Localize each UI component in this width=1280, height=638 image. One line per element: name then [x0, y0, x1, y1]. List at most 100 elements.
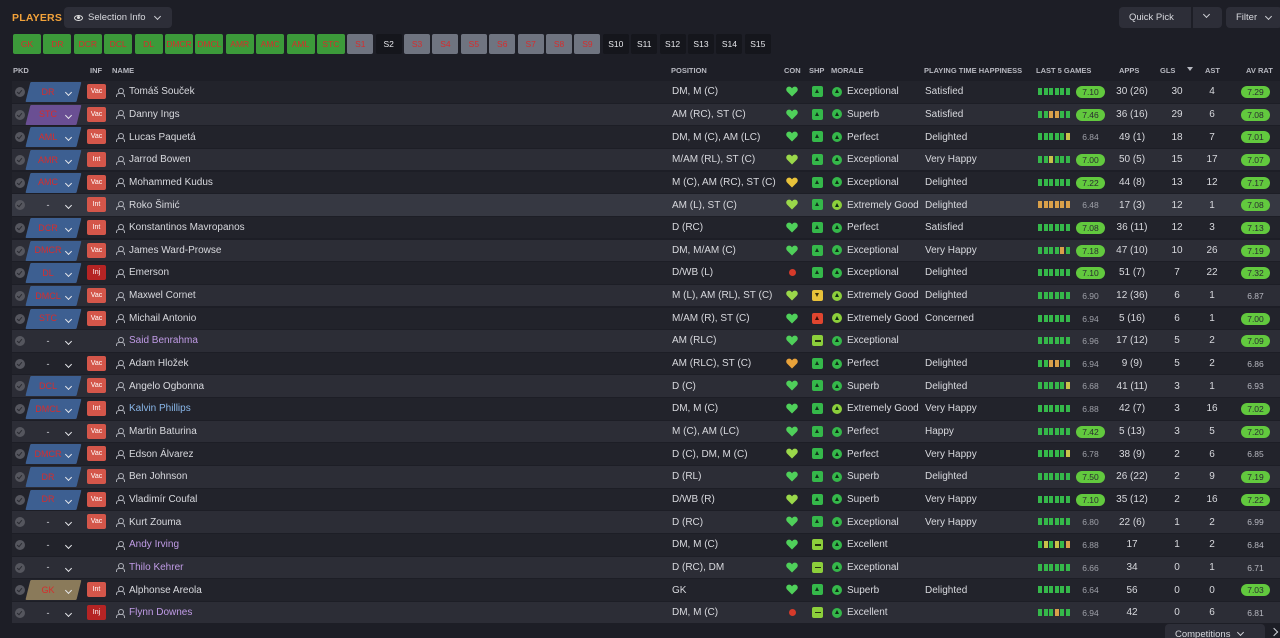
position-slot-s11[interactable]: S11: [631, 34, 658, 54]
player-name[interactable]: Flynn Downes: [129, 607, 192, 618]
pick-dropdown-icon[interactable]: [64, 110, 73, 121]
table-row[interactable]: DR Vac Tomáš Souček DM, M (C) Exceptional Sat…: [12, 81, 1280, 103]
player-name[interactable]: Roko Šimić: [129, 200, 180, 211]
column-header-pkd[interactable]: PKD: [13, 66, 29, 75]
position-slot-aml[interactable]: AML: [286, 34, 315, 54]
position-slot-s13[interactable]: S13: [687, 34, 714, 54]
pick-check-icon[interactable]: [15, 607, 25, 618]
quick-pick-dropdown-icon[interactable]: [1202, 10, 1211, 19]
position-slot-dcl[interactable]: DCL: [104, 34, 133, 54]
position-slot-s14[interactable]: S14: [716, 34, 743, 54]
player-name-cell[interactable]: Thilo Kehrer: [116, 557, 183, 579]
player-name-cell[interactable]: Martin Baturina: [116, 421, 197, 443]
player-name-cell[interactable]: Roko Šimić: [116, 194, 180, 216]
player-name[interactable]: Edson Álvarez: [129, 449, 193, 460]
position-slot-s8[interactable]: S8: [546, 34, 573, 54]
pick-dropdown-icon[interactable]: [64, 427, 73, 438]
pick-dropdown-icon[interactable]: [64, 517, 73, 528]
pick-check-icon[interactable]: [15, 200, 25, 211]
player-name[interactable]: Michail Antonio: [129, 313, 196, 324]
pick-check-icon[interactable]: [15, 222, 25, 233]
pick-dropdown-icon[interactable]: [64, 563, 73, 574]
player-name[interactable]: Thilo Kehrer: [129, 562, 183, 573]
player-name-cell[interactable]: Edson Álvarez: [116, 443, 193, 465]
pick-dropdown-icon[interactable]: [64, 404, 73, 415]
column-header-name[interactable]: NAME: [112, 66, 134, 75]
player-name[interactable]: Andy Irving: [129, 539, 179, 550]
pick-dropdown-icon[interactable]: [64, 155, 73, 166]
player-name-cell[interactable]: Konstantinos Mavropanos: [116, 217, 245, 239]
pick-check-icon[interactable]: [15, 562, 25, 573]
player-name[interactable]: Kurt Zouma: [129, 517, 181, 528]
pick-dropdown-icon[interactable]: [64, 200, 73, 211]
player-name[interactable]: Emerson: [129, 267, 169, 278]
table-row[interactable]: AMR Int Jarrod Bowen M/AM (RL), ST (C) Excep…: [12, 148, 1280, 171]
position-slot-stc[interactable]: STC: [316, 34, 345, 54]
player-name-cell[interactable]: Kurt Zouma: [116, 511, 181, 533]
table-row[interactable]: AMC Vac Mohammed Kudus M (C), AM (RC), ST (…: [12, 171, 1280, 194]
pick-dropdown-icon[interactable]: [64, 540, 73, 551]
pick-dropdown-icon[interactable]: [64, 495, 73, 506]
pick-dropdown-icon[interactable]: [64, 291, 73, 302]
player-name-cell[interactable]: Mohammed Kudus: [116, 172, 213, 194]
player-name[interactable]: Alphonse Areola: [129, 585, 202, 596]
position-slot-dcr[interactable]: DCR: [73, 34, 102, 54]
quick-pick-button[interactable]: Quick Pick: [1119, 7, 1222, 28]
pick-check-icon[interactable]: [15, 177, 25, 188]
pick-check-icon[interactable]: [15, 87, 25, 97]
column-header-con[interactable]: CON: [784, 66, 801, 75]
player-name-cell[interactable]: James Ward-Prowse: [116, 240, 221, 262]
player-name-cell[interactable]: Ben Johnson: [116, 466, 187, 488]
pick-dropdown-icon[interactable]: [64, 132, 73, 143]
pick-dropdown-icon[interactable]: [64, 449, 73, 460]
pick-check-icon[interactable]: [15, 540, 25, 550]
competitions-button[interactable]: Competitions: [1165, 624, 1265, 638]
table-row[interactable]: - Thilo Kehrer D (RC), DM Exceptional 6.66 34…: [12, 556, 1280, 579]
pick-check-icon[interactable]: [15, 585, 25, 596]
player-name[interactable]: Ben Johnson: [129, 471, 187, 482]
table-row[interactable]: - Said Benrahma AM (RLC) Exceptional 6.96 17 …: [12, 330, 1280, 352]
player-name[interactable]: Said Benrahma: [129, 335, 198, 346]
column-header-shp[interactable]: SHP: [809, 66, 824, 75]
player-name[interactable]: Maxwel Cornet: [129, 290, 196, 301]
position-slot-s15[interactable]: S15: [744, 34, 771, 54]
table-row[interactable]: DR Vac Ben Johnson D (RL) Superb Delighted 7.5…: [12, 466, 1280, 488]
player-name[interactable]: Adam Hložek: [129, 358, 188, 369]
player-name[interactable]: Jarrod Bowen: [129, 154, 191, 165]
pick-check-icon[interactable]: [15, 517, 25, 528]
player-name[interactable]: Tomáš Souček: [129, 86, 195, 97]
column-header-morale[interactable]: MORALE: [831, 66, 864, 75]
player-name-cell[interactable]: Flynn Downes: [116, 602, 192, 624]
pick-dropdown-icon[interactable]: [64, 608, 73, 619]
pick-check-icon[interactable]: [15, 109, 25, 120]
player-name[interactable]: James Ward-Prowse: [129, 245, 221, 256]
position-slot-s1[interactable]: S1: [347, 34, 374, 54]
column-header-last5[interactable]: LAST 5 GAMES: [1036, 66, 1091, 75]
player-name-cell[interactable]: Adam Hložek: [116, 353, 188, 375]
position-slot-dr[interactable]: DR: [43, 34, 72, 54]
player-name-cell[interactable]: Kalvin Phillips: [116, 398, 191, 420]
position-slot-s7[interactable]: S7: [517, 34, 544, 54]
player-name-cell[interactable]: Vladimír Coufal: [116, 489, 197, 511]
position-slot-s4[interactable]: S4: [432, 34, 459, 54]
position-slot-s9[interactable]: S9: [574, 34, 601, 54]
player-name[interactable]: Angelo Ogbonna: [129, 381, 204, 392]
player-name[interactable]: Vladimír Coufal: [129, 494, 197, 505]
player-name[interactable]: Kalvin Phillips: [129, 403, 191, 414]
player-name-cell[interactable]: Andy Irving: [116, 534, 179, 556]
pick-check-icon[interactable]: [15, 154, 25, 165]
pick-dropdown-icon[interactable]: [64, 585, 73, 596]
pick-check-icon[interactable]: [15, 358, 25, 369]
table-row[interactable]: - Inj Flynn Downes DM, M (C) Excellent 6.94 42…: [12, 601, 1280, 624]
pick-check-icon[interactable]: [15, 472, 25, 483]
table-row[interactable]: DR Vac Vladimír Coufal D/WB (R) Superb Very H…: [12, 488, 1280, 511]
player-name[interactable]: Mohammed Kudus: [129, 177, 213, 188]
chevron-right-icon[interactable]: [1269, 627, 1279, 637]
table-row[interactable]: - Andy Irving DM, M (C) Excellent 6.88 17 1 2 6.…: [12, 534, 1280, 556]
pick-check-icon[interactable]: [15, 336, 25, 347]
player-name[interactable]: Danny Ings: [129, 109, 180, 120]
position-slot-s2[interactable]: S2: [375, 34, 402, 54]
position-slot-s5[interactable]: S5: [460, 34, 487, 54]
pick-dropdown-icon[interactable]: [64, 336, 73, 347]
player-name-cell[interactable]: Michail Antonio: [116, 308, 196, 330]
